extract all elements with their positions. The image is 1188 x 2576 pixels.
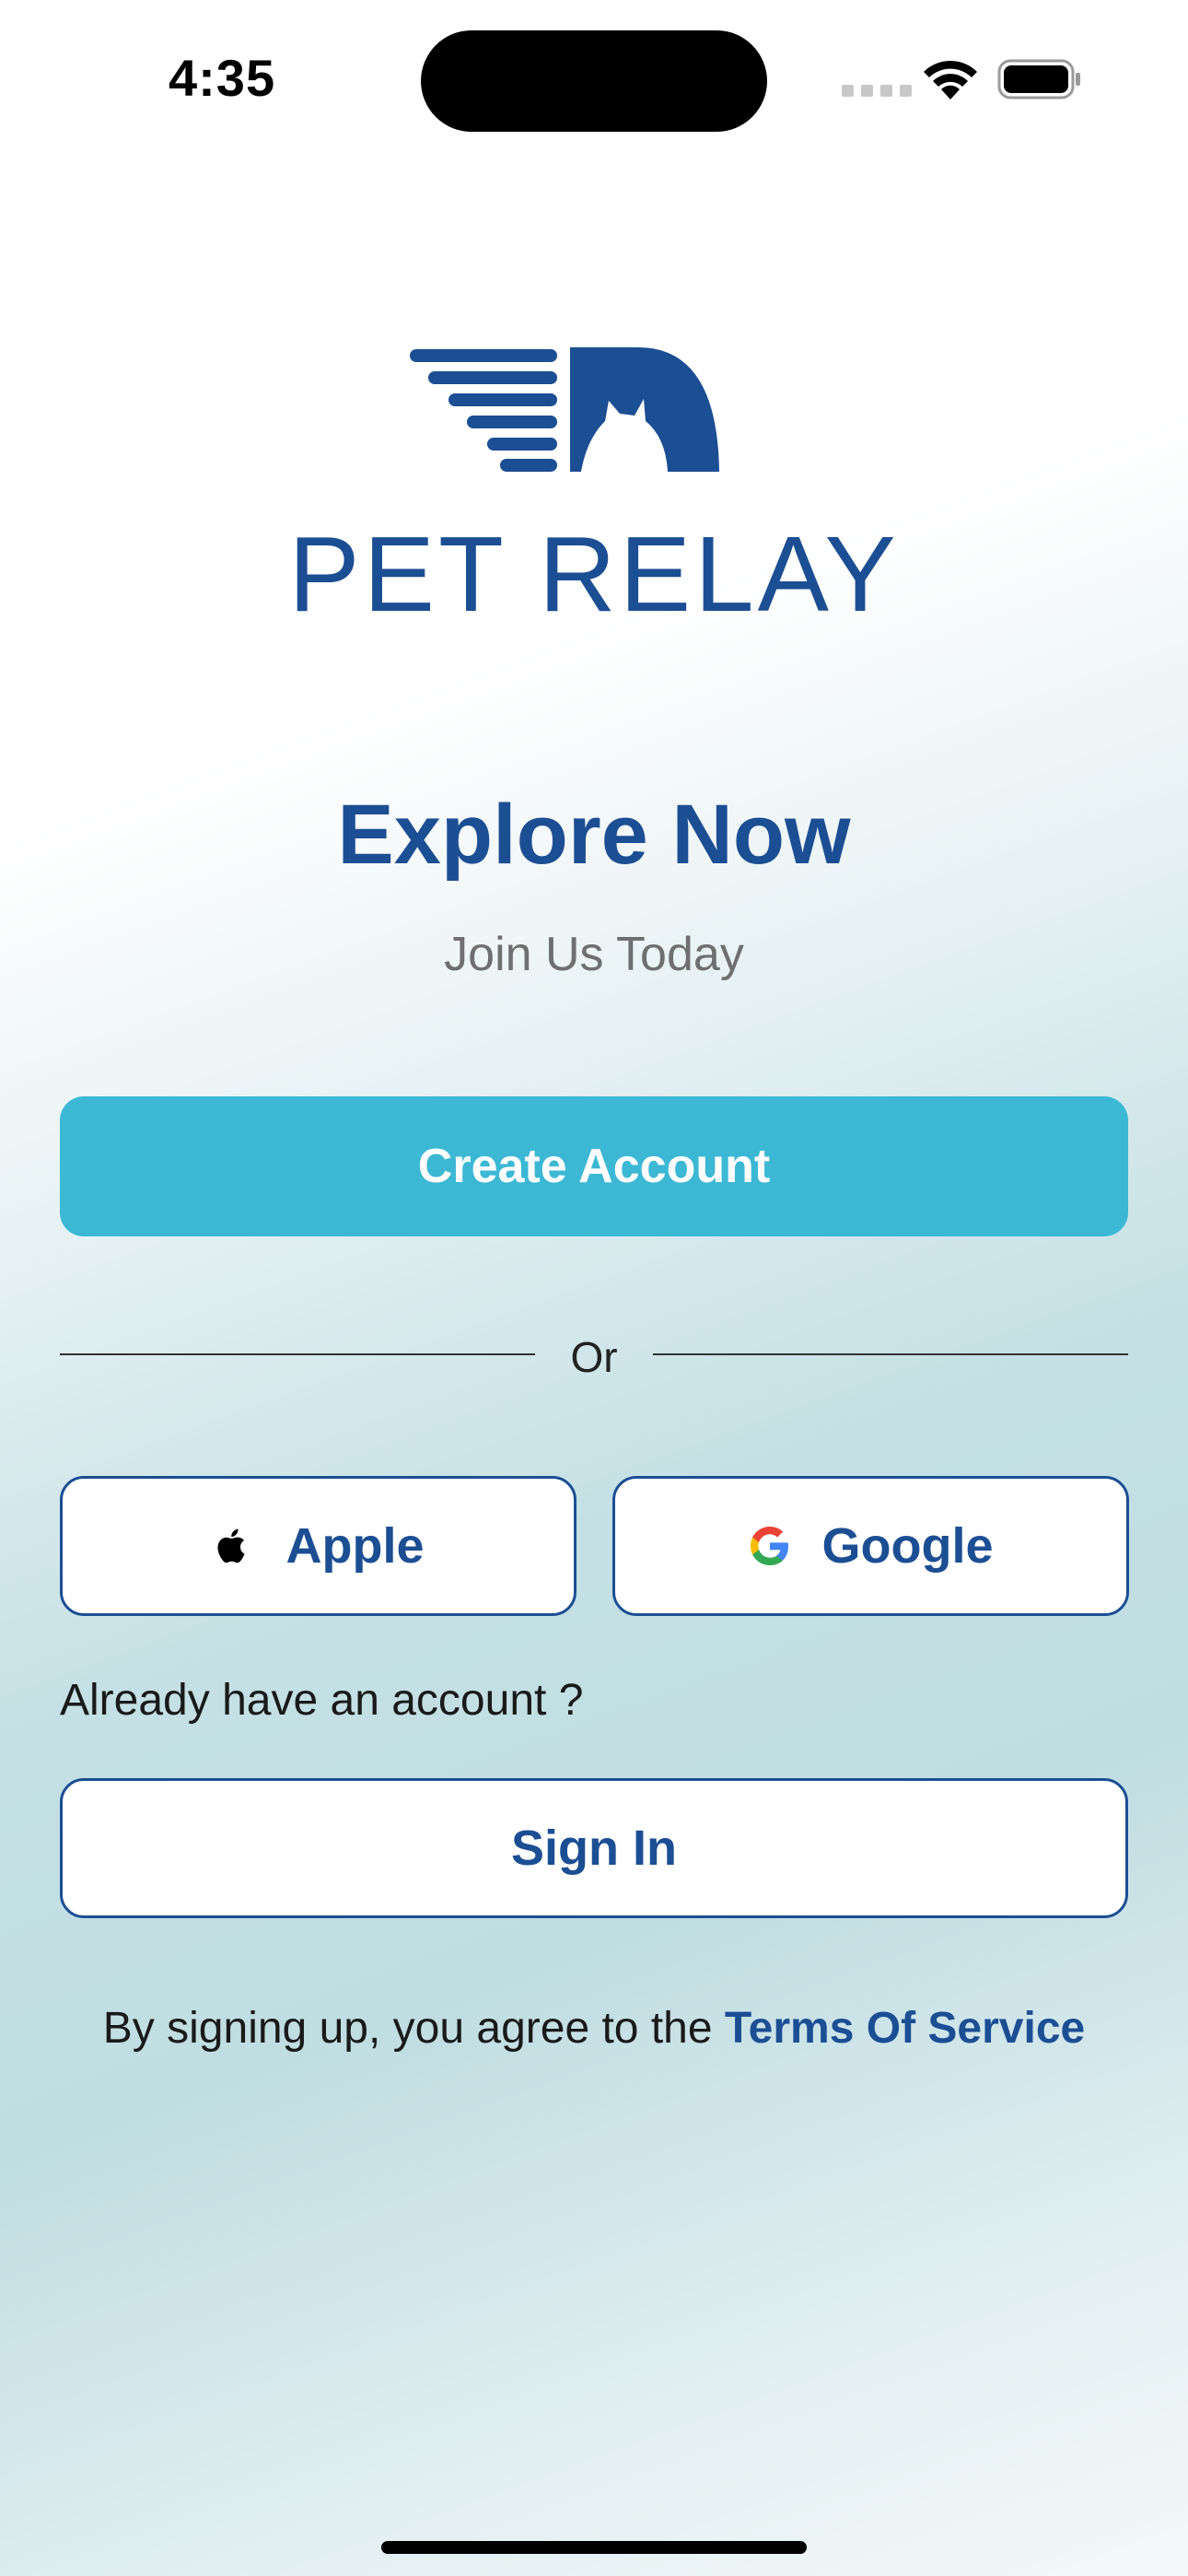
- google-button-label: Google: [821, 1518, 994, 1574]
- or-divider: Or: [60, 1327, 1128, 1382]
- page-title: Explore Now: [337, 788, 851, 882]
- pet-relay-logo-icon: [410, 347, 719, 472]
- already-have-account-text: Already have an account ?: [60, 1676, 584, 1725]
- dynamic-island: [421, 30, 767, 132]
- wifi-icon: [924, 60, 977, 100]
- apple-signin-button[interactable]: Apple: [60, 1476, 577, 1616]
- home-indicator[interactable]: [381, 2541, 807, 2554]
- google-signin-button[interactable]: Google: [612, 1476, 1129, 1616]
- status-bar: 4:35: [0, 0, 1188, 157]
- battery-icon: [997, 59, 1080, 100]
- cellular-signal-icon: [842, 85, 912, 97]
- brand-name: PET RELAY: [288, 514, 900, 634]
- terms-prefix: By signing up, you agree to the: [102, 2004, 725, 2053]
- terms-text: By signing up, you agree to the Terms Of…: [0, 2003, 1188, 2054]
- page-subtitle: Join Us Today: [444, 928, 744, 981]
- sign-in-button[interactable]: Sign In: [60, 1778, 1128, 1918]
- status-time: 4:35: [169, 49, 276, 107]
- google-icon: [750, 1527, 788, 1565]
- divider-line-right: [653, 1353, 1128, 1355]
- create-account-button[interactable]: Create Account: [60, 1096, 1128, 1236]
- divider-label: Or: [570, 1333, 618, 1381]
- apple-icon: [217, 1528, 246, 1563]
- apple-button-label: Apple: [285, 1518, 425, 1574]
- terms-of-service-link[interactable]: Terms Of Service: [725, 2004, 1085, 2053]
